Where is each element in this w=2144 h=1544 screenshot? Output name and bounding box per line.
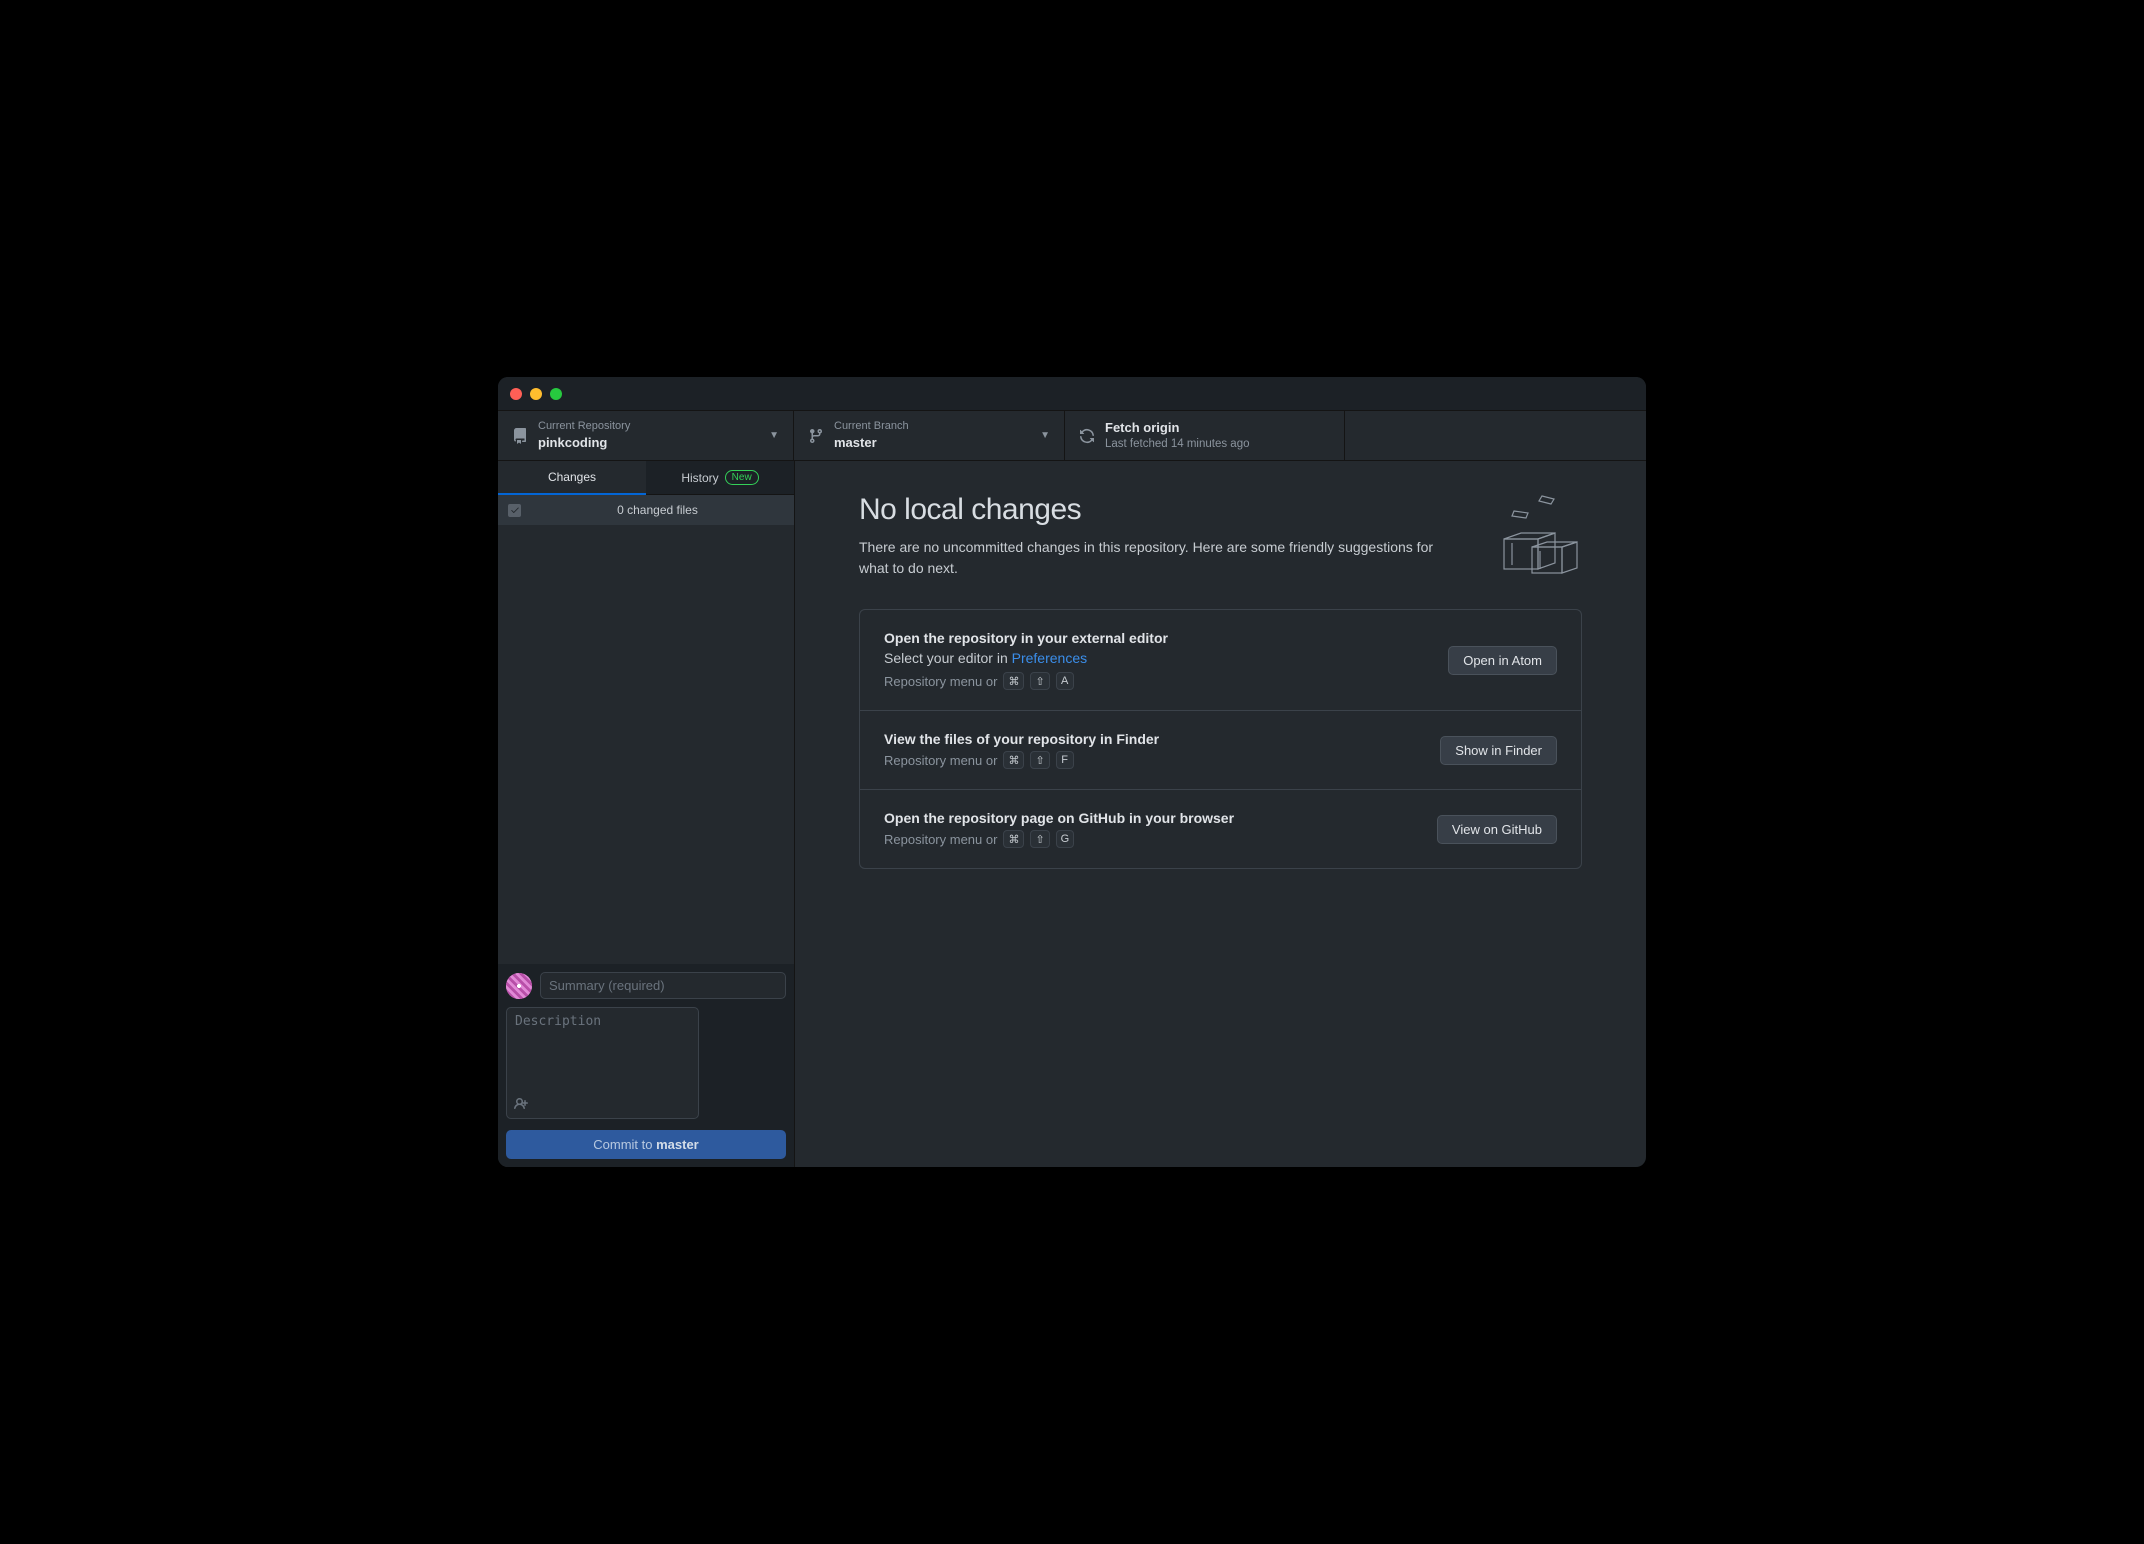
avatar (506, 973, 532, 999)
card-hint: Repository menu or ⌘ ⇧ F (884, 751, 1420, 769)
body: Changes History New 0 changed files (498, 461, 1646, 1167)
key-cmd: ⌘ (1003, 672, 1024, 690)
chevron-down-icon: ▼ (769, 430, 779, 441)
changes-count: 0 changed files (531, 503, 784, 517)
changes-header: 0 changed files (498, 495, 794, 525)
card-show-finder: View the files of your repository in Fin… (860, 711, 1581, 790)
card-title: Open the repository in your external edi… (884, 630, 1428, 646)
repo-selector[interactable]: Current Repository pinkcoding ▼ (498, 411, 794, 460)
branch-icon (808, 428, 824, 444)
app-window: Current Repository pinkcoding ▼ Current … (498, 377, 1646, 1167)
key-letter: A (1056, 672, 1074, 690)
select-all-checkbox[interactable] (508, 504, 521, 517)
key-shift: ⇧ (1030, 672, 1049, 690)
new-badge: New (725, 470, 759, 485)
key-letter: F (1056, 751, 1074, 769)
branch-label: Current Branch (834, 419, 1030, 434)
sidebar: Changes History New 0 changed files (498, 461, 795, 1167)
page-title: No local changes (859, 493, 1462, 527)
fetch-label: Fetch origin (1105, 419, 1330, 437)
key-cmd: ⌘ (1003, 751, 1024, 769)
card-hint: Repository menu or ⌘ ⇧ A (884, 672, 1428, 690)
maximize-icon[interactable] (550, 388, 562, 400)
commit-button-prefix: Commit to (593, 1137, 656, 1152)
add-coauthor-icon[interactable] (514, 1096, 530, 1116)
card-title: Open the repository page on GitHub in yo… (884, 810, 1417, 826)
fetch-button[interactable]: Fetch origin Last fetched 14 minutes ago (1065, 411, 1345, 460)
sync-icon (1079, 428, 1095, 444)
card-open-editor: Open the repository in your external edi… (860, 610, 1581, 711)
show-in-finder-button[interactable]: Show in Finder (1440, 736, 1557, 765)
tab-history-label: History (681, 471, 718, 485)
changes-list (498, 525, 794, 964)
repo-label: Current Repository (538, 419, 759, 434)
titlebar (498, 377, 1646, 411)
hero: No local changes There are no uncommitte… (859, 493, 1582, 583)
commit-form: Commit to master (498, 964, 794, 1167)
key-shift: ⇧ (1030, 751, 1049, 769)
branch-selector[interactable]: Current Branch master ▼ (794, 411, 1065, 460)
suggestion-cards: Open the repository in your external edi… (859, 609, 1582, 869)
card-title: View the files of your repository in Fin… (884, 731, 1420, 747)
chevron-down-icon: ▼ (1040, 430, 1050, 441)
empty-boxes-illustration (1492, 493, 1582, 583)
repo-value: pinkcoding (538, 434, 759, 452)
toolbar: Current Repository pinkcoding ▼ Current … (498, 411, 1646, 461)
main-pane: No local changes There are no uncommitte… (795, 461, 1646, 1167)
tab-changes[interactable]: Changes (498, 461, 646, 495)
preferences-link[interactable]: Preferences (1012, 650, 1087, 666)
branch-value: master (834, 434, 1030, 452)
repo-icon (512, 428, 528, 444)
card-hint: Repository menu or ⌘ ⇧ G (884, 830, 1417, 848)
tab-history[interactable]: History New (646, 461, 794, 495)
open-in-atom-button[interactable]: Open in Atom (1448, 646, 1557, 675)
commit-button-branch: master (656, 1137, 699, 1152)
view-on-github-button[interactable]: View on GitHub (1437, 815, 1557, 844)
tab-changes-label: Changes (548, 470, 596, 484)
sidebar-tabs: Changes History New (498, 461, 794, 495)
close-icon[interactable] (510, 388, 522, 400)
key-cmd: ⌘ (1003, 830, 1024, 848)
minimize-icon[interactable] (530, 388, 542, 400)
summary-input[interactable] (540, 972, 786, 999)
commit-button[interactable]: Commit to master (506, 1130, 786, 1159)
page-subtitle: There are no uncommitted changes in this… (859, 537, 1462, 579)
key-letter: G (1056, 830, 1075, 848)
description-input[interactable] (506, 1007, 699, 1119)
key-shift: ⇧ (1030, 830, 1049, 848)
card-view-github: Open the repository page on GitHub in yo… (860, 790, 1581, 868)
fetch-sub: Last fetched 14 minutes ago (1105, 437, 1330, 453)
card-line: Select your editor in Preferences (884, 650, 1428, 666)
